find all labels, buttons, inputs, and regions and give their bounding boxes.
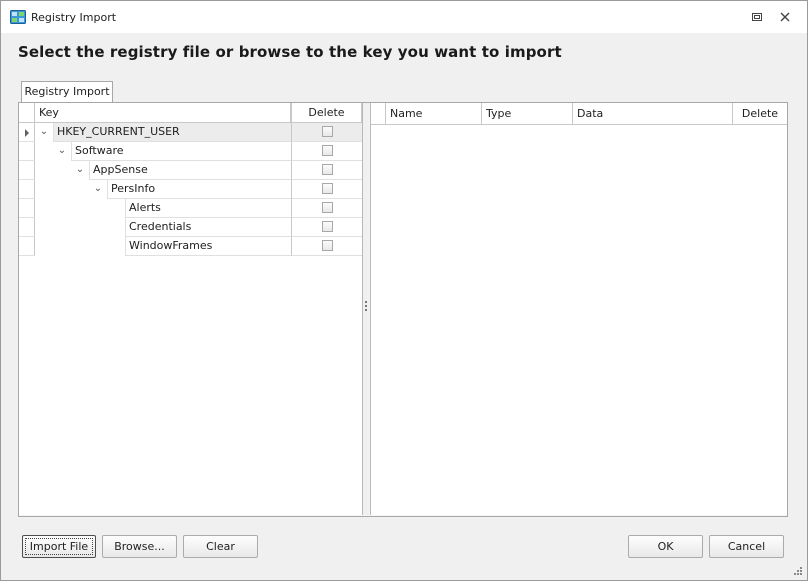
column-header-delete[interactable]: Delete bbox=[291, 103, 362, 123]
cancel-button[interactable]: Cancel bbox=[709, 535, 784, 558]
import-file-button[interactable]: Import File bbox=[22, 535, 96, 558]
tree-node-label[interactable]: Alerts bbox=[125, 199, 291, 218]
tree-node-label[interactable]: Software bbox=[71, 142, 291, 161]
restore-icon[interactable] bbox=[749, 9, 765, 25]
column-header-name[interactable]: Name bbox=[386, 103, 482, 125]
row-indicator bbox=[19, 218, 35, 237]
column-header-type[interactable]: Type bbox=[482, 103, 573, 125]
title-bar: Registry Import bbox=[1, 1, 807, 33]
ok-button[interactable]: OK bbox=[628, 535, 703, 558]
page-heading: Select the registry file or browse to th… bbox=[18, 43, 562, 61]
delete-cell bbox=[291, 123, 362, 142]
column-header-data[interactable]: Data bbox=[573, 103, 733, 125]
resize-grip-icon[interactable] bbox=[791, 564, 803, 576]
delete-cell bbox=[291, 237, 362, 256]
column-header-key[interactable]: Key bbox=[35, 103, 291, 123]
row-indicator bbox=[19, 161, 35, 180]
header-indicator bbox=[371, 103, 386, 125]
tree-node-label[interactable]: PersInfo bbox=[107, 180, 291, 199]
tree-row[interactable]: WindowFrames bbox=[19, 237, 362, 256]
delete-checkbox[interactable] bbox=[322, 221, 333, 232]
delete-checkbox[interactable] bbox=[322, 164, 333, 175]
tree-node-label[interactable]: HKEY_CURRENT_USER bbox=[53, 123, 291, 142]
close-icon[interactable] bbox=[777, 9, 793, 25]
collapse-icon[interactable]: ⌄ bbox=[74, 164, 86, 176]
delete-cell bbox=[291, 180, 362, 199]
delete-cell bbox=[291, 218, 362, 237]
tree-row[interactable]: ⌄ AppSense bbox=[19, 161, 362, 180]
delete-checkbox[interactable] bbox=[322, 202, 333, 213]
delete-cell bbox=[291, 142, 362, 161]
tree-row[interactable]: Alerts bbox=[19, 199, 362, 218]
delete-checkbox[interactable] bbox=[322, 126, 333, 137]
focus-rect bbox=[25, 538, 93, 555]
delete-checkbox[interactable] bbox=[322, 240, 333, 251]
panel-splitter[interactable] bbox=[363, 103, 369, 515]
registry-values-grid[interactable]: Name Type Data Delete bbox=[370, 103, 787, 515]
registry-import-window: Registry Import Select the registry file… bbox=[0, 0, 808, 581]
window-title: Registry Import bbox=[31, 11, 117, 24]
tree-node-label[interactable]: WindowFrames bbox=[125, 237, 291, 256]
tree-row[interactable]: ⌄ PersInfo bbox=[19, 180, 362, 199]
column-header-delete[interactable]: Delete bbox=[733, 103, 787, 125]
delete-checkbox[interactable] bbox=[322, 183, 333, 194]
browse-button[interactable]: Browse... bbox=[102, 535, 177, 558]
clear-button[interactable]: Clear bbox=[183, 535, 258, 558]
row-indicator bbox=[19, 237, 35, 256]
registry-icon bbox=[10, 10, 26, 24]
delete-checkbox[interactable] bbox=[322, 145, 333, 156]
values-header: Name Type Data Delete bbox=[371, 103, 787, 125]
row-indicator bbox=[19, 123, 35, 142]
header-indicator bbox=[19, 103, 35, 123]
collapse-icon[interactable]: ⌄ bbox=[92, 183, 104, 195]
tree-row[interactable]: ⌄ Software bbox=[19, 142, 362, 161]
tree-node-label[interactable]: AppSense bbox=[89, 161, 291, 180]
row-indicator bbox=[19, 199, 35, 218]
registry-key-tree[interactable]: Key Delete ⌄ HKEY_CURRENT_USER ⌄ Softwar… bbox=[19, 103, 363, 515]
collapse-icon[interactable]: ⌄ bbox=[38, 126, 50, 138]
delete-cell bbox=[291, 199, 362, 218]
collapse-icon[interactable]: ⌄ bbox=[56, 145, 68, 157]
row-indicator bbox=[19, 180, 35, 199]
tree-header: Key Delete bbox=[19, 103, 362, 123]
focused-row-arrow-icon bbox=[25, 129, 29, 137]
row-indicator bbox=[19, 142, 35, 161]
splitter-grip-icon bbox=[365, 301, 367, 315]
delete-cell bbox=[291, 161, 362, 180]
tree-row[interactable]: ⌄ HKEY_CURRENT_USER bbox=[19, 123, 362, 142]
tree-node-label[interactable]: Credentials bbox=[125, 218, 291, 237]
tree-row[interactable]: Credentials bbox=[19, 218, 362, 237]
tab-registry-import[interactable]: Registry Import bbox=[21, 81, 113, 102]
